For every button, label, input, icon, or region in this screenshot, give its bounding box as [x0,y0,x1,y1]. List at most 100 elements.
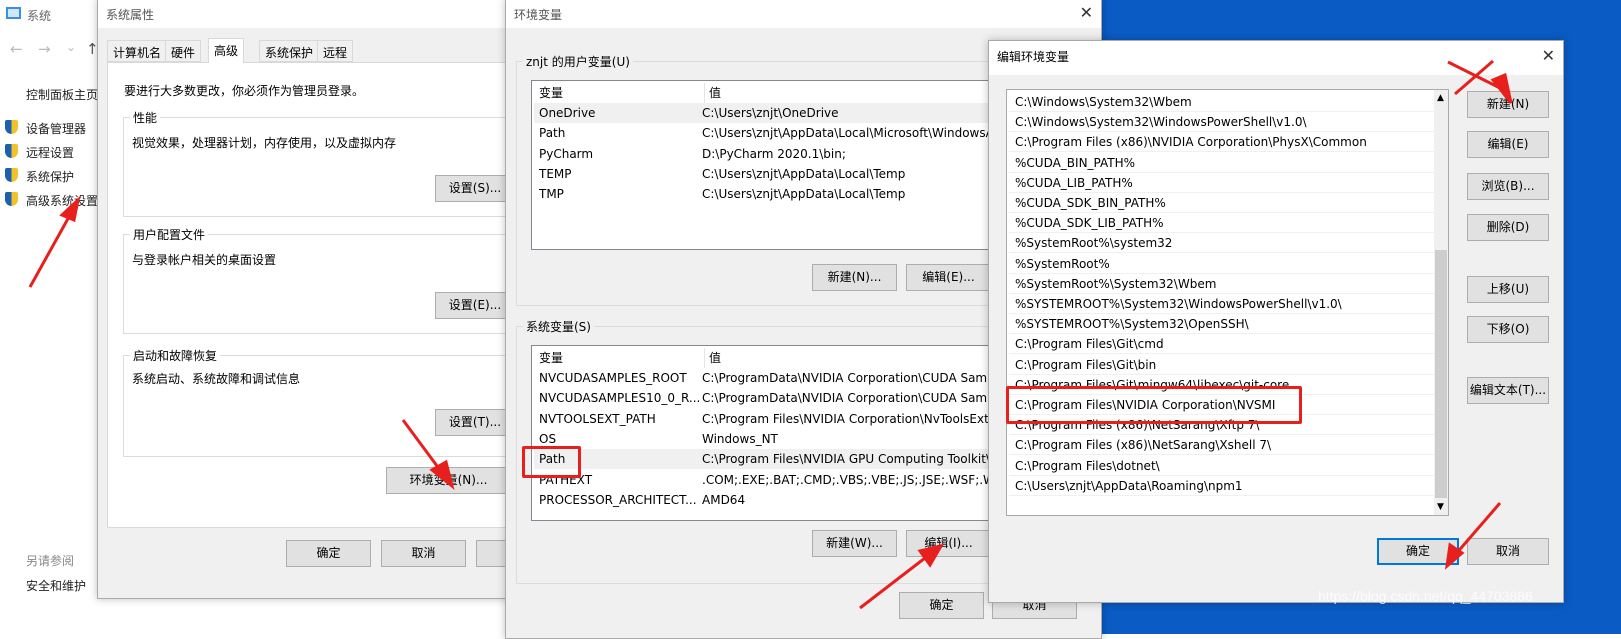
variable-name: PROCESSOR_ARCHITECT... [539,492,697,507]
group-label: 启动和故障恢复 [130,347,221,364]
back-button[interactable]: ← [10,40,23,58]
user-edit-button[interactable]: 编辑(E)... [906,264,991,291]
ok-button[interactable]: 确定 [899,592,984,619]
variable-name: NVTOOLSEXT_PATH [539,411,656,426]
list-item[interactable]: C:\Users\znjt\AppData\Roaming\npm1 [1009,476,1434,496]
annotation-box-path [522,446,581,478]
ok-button[interactable]: 确定 [1377,538,1459,565]
chevron-down-icon[interactable]: ▼ [1437,502,1444,512]
list-item[interactable]: %CUDA_LIB_PATH% [1009,173,1434,193]
shield-icon [5,168,18,182]
tab-advanced[interactable]: 高级 [208,38,245,63]
system-protection-link[interactable]: 系统保护 [26,168,74,185]
system-edit-button[interactable]: 编辑(I)... [906,530,991,557]
list-item[interactable]: %CUDA_SDK_BIN_PATH% [1009,193,1434,213]
new-button[interactable]: 新建(N) [1467,91,1549,118]
dialog-title: 编辑环境变量 [989,41,1563,75]
list-item[interactable]: C:\Program Files\dotnet\ [1009,456,1434,476]
user-profile-group: 用户配置文件 与登录帐户相关的桌面设置 [123,226,523,334]
scrollbar[interactable]: ▲ ▼ [1434,90,1448,515]
list-item[interactable]: C:\Program Files\Git\bin [1009,355,1434,375]
variable-name: TMP [539,187,564,202]
variable-value: Windows_NT [702,431,778,446]
group-desc: 视觉效果，处理器计划，内存使用，以及虚拟内存 [132,136,397,150]
close-icon[interactable]: ✕ [1080,3,1093,22]
list-item[interactable]: %SystemRoot%\system32 [1009,233,1434,254]
advanced-settings-link[interactable]: 高级系统设置 [26,192,98,209]
list-item[interactable]: %CUDA_SDK_LIB_PATH% [1009,213,1434,234]
shield-icon [5,120,18,134]
group-label: znjt 的用户变量(U) [523,53,633,70]
forward-button[interactable]: → [38,40,51,58]
shield-icon [5,192,18,206]
group-desc: 系统启动、系统故障和调试信息 [132,372,301,386]
edit-environment-variable-dialog: 编辑环境变量 ✕ ▲ ▼ C:\Windows\System32\Wbem C:\… [988,40,1564,603]
security-link[interactable]: 安全和维护 [26,577,86,594]
startup-settings-button[interactable]: 设置(T)... [435,409,515,436]
tab-computer-name[interactable]: 计算机名 [107,40,168,62]
variable-value: C:\Users\znjt\AppData\Local\Temp [702,187,906,202]
environment-variables-button[interactable]: 环境变量(N)... [386,467,511,494]
variable-value: AMD64 [702,492,746,507]
watermark: https://blog.csdn.net/qq_44703886 [1318,588,1533,604]
variable-name: PyCharm [539,146,594,161]
browse-button[interactable]: 浏览(B)... [1467,173,1549,200]
scrollbar-thumb[interactable] [1435,250,1447,498]
system-properties-dialog: 系统属性 计算机名 硬件 高级 系统保护 远程 要进行大多数更改，你必须作为管理… [97,0,561,599]
group-desc: 与登录帐户相关的桌面设置 [132,253,277,267]
edit-text-button[interactable]: 编辑文本(T)... [1467,377,1549,404]
list-item[interactable]: C:\Program Files\Git\cmd [1009,334,1434,355]
ok-button[interactable]: 确定 [286,540,371,567]
system-window: 系统 ← → ⌄ ↑ 控制面板主页 设备管理器 远程设置 系统保护 高级系统设置… [0,0,100,600]
tab-hardware[interactable]: 硬件 [165,40,202,62]
control-panel-home-link[interactable]: 控制面板主页 [26,86,98,103]
profile-settings-button[interactable]: 设置(E)... [435,292,515,319]
path-entries-list[interactable]: ▲ ▼ C:\Windows\System32\Wbem C:\Windows\S… [1006,89,1449,516]
window-title: 系统 [27,9,52,23]
list-item[interactable]: %SYSTEMROOT%\System32\WindowsPowerShell\… [1009,294,1434,314]
device-manager-link[interactable]: 设备管理器 [26,120,86,137]
column-header-variable[interactable]: 变量 [539,348,563,368]
delete-button[interactable]: 删除(D) [1467,214,1549,241]
group-label: 用户配置文件 [130,226,209,243]
close-icon[interactable]: ✕ [1542,46,1555,65]
remote-settings-link[interactable]: 远程设置 [26,144,74,161]
column-header-value[interactable]: 值 [704,348,721,368]
list-item[interactable]: %SYSTEMROOT%\System32\OpenSSH\ [1009,314,1434,335]
list-item[interactable]: C:\Windows\System32\WindowsPowerShell\v1… [1009,112,1434,133]
variable-name: TEMP [539,166,572,181]
list-item[interactable]: C:\Program Files (x86)\NVIDIA Corporatio… [1009,132,1434,153]
tab-remote[interactable]: 远程 [317,40,354,62]
list-item[interactable]: %SystemRoot% [1009,254,1434,274]
monitor-icon [6,7,21,19]
variable-value: D:\PyCharm 2020.1\bin; [702,146,846,161]
move-down-button[interactable]: 下移(O) [1467,316,1549,343]
tab-system-protection[interactable]: 系统保护 [259,40,320,62]
variable-name: NVCUDASAMPLES10_0_R... [539,391,701,406]
cancel-button[interactable]: 取消 [1467,538,1549,565]
admin-note: 要进行大多数更改，你必须作为管理员登录。 [124,84,365,98]
list-item[interactable]: C:\Program Files (x86)\NetSarang\Xshell … [1009,435,1434,456]
user-new-button[interactable]: 新建(N)... [812,264,897,291]
variable-name: NVCUDASAMPLES_ROOT [539,371,687,385]
performance-settings-button[interactable]: 设置(S)... [435,175,515,202]
see-also-label: 另请参阅 [26,554,75,568]
annotation-box-nvsmi [1006,386,1302,424]
chevron-up-icon[interactable]: ▲ [1437,93,1444,103]
column-header-value[interactable]: 值 [704,83,721,103]
list-item[interactable]: C:\Windows\System32\Wbem [1009,92,1434,112]
variable-value: C:\Program Files\NVIDIA Corporation\NvTo… [702,411,993,426]
performance-group: 性能 视觉效果，处理器计划，内存使用，以及虚拟内存 [123,109,523,217]
move-up-button[interactable]: 上移(U) [1467,276,1549,303]
cancel-button[interactable]: 取消 [381,540,466,567]
dialog-title: 环境变量 [506,0,1101,28]
variable-value: C:\Users\znjt\AppData\Local\Temp [702,166,906,181]
shield-icon [5,144,18,158]
variable-value: C:\Users\znjt\AppData\Local\Microsoft\Wi… [702,126,1020,141]
list-item[interactable]: %SystemRoot%\System32\Wbem [1009,274,1434,294]
edit-button[interactable]: 编辑(E) [1467,131,1549,158]
column-header-variable[interactable]: 变量 [539,83,563,103]
list-item[interactable]: %CUDA_BIN_PATH% [1009,153,1434,173]
recent-dropdown[interactable]: ⌄ [66,40,76,54]
system-new-button[interactable]: 新建(W)... [812,530,897,557]
